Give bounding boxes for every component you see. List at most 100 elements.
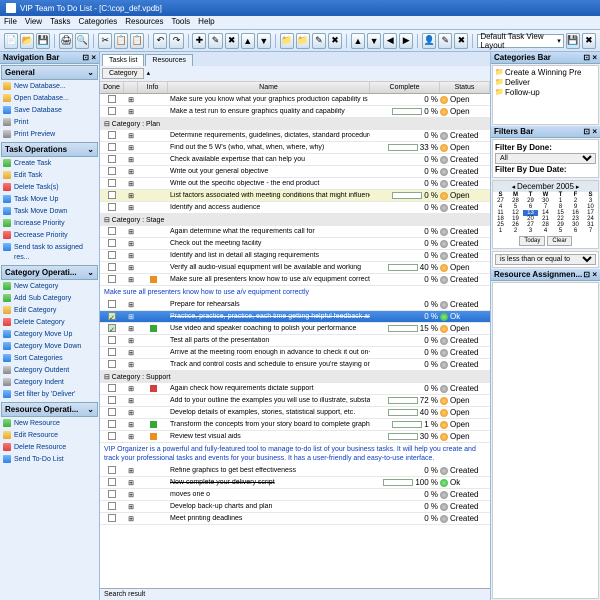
tree-item[interactable]: Deliver (495, 78, 596, 88)
col-expand[interactable] (124, 82, 138, 93)
nav-item[interactable]: Category Indent (0, 377, 99, 389)
task-row[interactable]: ⊞Check available expertise that can help… (100, 154, 490, 166)
resource-assign-panel[interactable] (492, 282, 599, 599)
done-checkbox[interactable] (108, 396, 116, 404)
done-checkbox[interactable] (108, 179, 116, 187)
task-row[interactable]: ⊞Test all parts of the presentation0 %Cr… (100, 335, 490, 347)
nav-section-2[interactable]: Category Operati...⌄ (1, 265, 98, 280)
new-cat-button[interactable]: 📁 (280, 33, 294, 49)
nav-item[interactable]: New Resource (0, 418, 99, 430)
nav-item[interactable]: Edit Resource (0, 430, 99, 442)
nav-item[interactable]: Edit Task (0, 170, 99, 182)
category-tree[interactable]: Create a Winning PreDeliverFollow-up (492, 65, 599, 125)
nav-item[interactable]: Print Preview (0, 129, 99, 141)
done-checkbox[interactable] (108, 143, 116, 151)
task-row[interactable]: ⊞Practice, practice, practice, each time… (100, 311, 490, 323)
task-row[interactable]: ⊞Make sure you know what your graphics p… (100, 94, 490, 106)
nav-item[interactable]: Category Move Up (0, 329, 99, 341)
move-down-button[interactable]: ▼ (257, 33, 271, 49)
preview-button[interactable]: 🔍 (75, 33, 89, 49)
done-checkbox[interactable] (108, 251, 116, 259)
nav-item[interactable]: Delete Resource (0, 442, 99, 454)
done-checkbox[interactable] (108, 131, 116, 139)
col-status[interactable]: Status (440, 82, 490, 93)
task-row[interactable]: ⊞Verify all audio-visual equipment will … (100, 262, 490, 274)
edit-cat-button[interactable]: ✎ (312, 33, 326, 49)
task-row[interactable]: ⊞Develop details of examples, stories, s… (100, 407, 490, 419)
group-header[interactable]: ⊟ Category : Stage (100, 214, 490, 226)
calendar-month[interactable]: ◂ December 2005 ▸ (493, 181, 598, 192)
done-checkbox[interactable] (108, 324, 116, 332)
nav-item[interactable]: Task Move Down (0, 206, 99, 218)
nav-item[interactable]: Open Database... (0, 93, 99, 105)
pin-icon[interactable]: ⊡ × (583, 127, 597, 136)
filter-done-select[interactable]: All (495, 153, 596, 164)
task-row[interactable]: ⊞Track and control costs and schedule to… (100, 359, 490, 371)
menu-categories[interactable]: Categories (79, 17, 118, 28)
nav-section-1[interactable]: Task Operations⌄ (1, 142, 98, 157)
nav-item[interactable]: Set filter by 'Deliver' (0, 389, 99, 401)
tab-resources[interactable]: Resources (145, 54, 192, 66)
task-row[interactable]: ⊞Arrive at the meeting room enough in ad… (100, 347, 490, 359)
nav-item[interactable]: Category Outdent (0, 365, 99, 377)
paste-button[interactable]: 📋 (130, 33, 144, 49)
copy-button[interactable]: 📋 (114, 33, 128, 49)
col-complete[interactable]: Complete (370, 82, 440, 93)
menu-help[interactable]: Help (198, 17, 214, 28)
task-row[interactable]: ⊞Find out the 5 W's (who, what, when, wh… (100, 142, 490, 154)
cut-button[interactable]: ✂ (98, 33, 112, 49)
done-checkbox[interactable] (108, 203, 116, 211)
col-info[interactable]: Info (138, 82, 168, 93)
done-checkbox[interactable] (108, 478, 116, 486)
nav-section-3[interactable]: Resource Operati...⌄ (1, 402, 98, 417)
task-row[interactable]: ⊞Identify and access audience0 %Created (100, 202, 490, 214)
done-checkbox[interactable] (108, 466, 116, 474)
done-checkbox[interactable] (108, 263, 116, 271)
nav-item[interactable]: Decrease Priority (0, 230, 99, 242)
nav-item[interactable]: Send task to assigned res... (0, 242, 99, 264)
task-row[interactable]: ⊞Prepare for rehearsals0 %Created (100, 299, 490, 311)
cat-down-button[interactable]: ▼ (367, 33, 381, 49)
task-row[interactable]: ⊞List factors associated with meeting co… (100, 190, 490, 202)
done-checkbox[interactable] (108, 107, 116, 115)
done-checkbox[interactable] (108, 239, 116, 247)
edit-res-button[interactable]: ✎ (438, 33, 452, 49)
sub-cat-button[interactable]: 📁 (296, 33, 310, 49)
done-checkbox[interactable] (108, 191, 116, 199)
tree-item[interactable]: Create a Winning Pre (495, 68, 596, 78)
task-row[interactable]: ⊞Write out your general objective0 %Crea… (100, 166, 490, 178)
done-checkbox[interactable] (108, 312, 116, 320)
nav-item[interactable]: Sort Categories (0, 353, 99, 365)
nav-item[interactable]: Send To-Do List (0, 454, 99, 466)
category-button[interactable]: Category (102, 68, 144, 79)
done-checkbox[interactable] (108, 300, 116, 308)
layout-del-button[interactable]: ✖ (582, 33, 596, 49)
pin-icon[interactable]: ⊡ × (583, 53, 597, 62)
new-db-button[interactable]: 📄 (4, 33, 18, 49)
due-op-select[interactable]: is less than or equal to (495, 254, 596, 265)
nav-section-0[interactable]: General⌄ (1, 65, 98, 80)
tree-item[interactable]: Follow-up (495, 88, 596, 98)
done-checkbox[interactable] (108, 490, 116, 498)
task-row[interactable]: ⊞Check out the meeting facility0 %Create… (100, 238, 490, 250)
task-row[interactable]: ⊞Make sure all presenters know how to us… (100, 274, 490, 286)
done-checkbox[interactable] (108, 408, 116, 416)
done-checkbox[interactable] (108, 155, 116, 163)
menu-file[interactable]: File (4, 17, 17, 28)
task-row[interactable]: ⊞Add to your outline the examples you wi… (100, 395, 490, 407)
tab-tasks-list[interactable]: Tasks list (102, 54, 144, 66)
nav-item[interactable]: Create Task (0, 158, 99, 170)
clear-button[interactable]: Clear (547, 236, 571, 246)
menu-view[interactable]: View (25, 17, 42, 28)
undo-button[interactable]: ↶ (153, 33, 167, 49)
task-row[interactable]: ⊞Use video and speaker coaching to polis… (100, 323, 490, 335)
done-checkbox[interactable] (108, 360, 116, 368)
done-checkbox[interactable] (108, 432, 116, 440)
task-row[interactable]: ⊞Now complete your delivery script100 %O… (100, 477, 490, 489)
new-res-button[interactable]: 👤 (422, 33, 436, 49)
delete-task-button[interactable]: ✖ (225, 33, 239, 49)
task-row[interactable]: ⊞Identify and list in detail all staging… (100, 250, 490, 262)
task-row[interactable]: ⊞Again check how requirements dictate su… (100, 383, 490, 395)
nav-item[interactable]: Delete Task(s) (0, 182, 99, 194)
layout-combo[interactable]: Default Task View Layout ▾ (477, 34, 563, 48)
